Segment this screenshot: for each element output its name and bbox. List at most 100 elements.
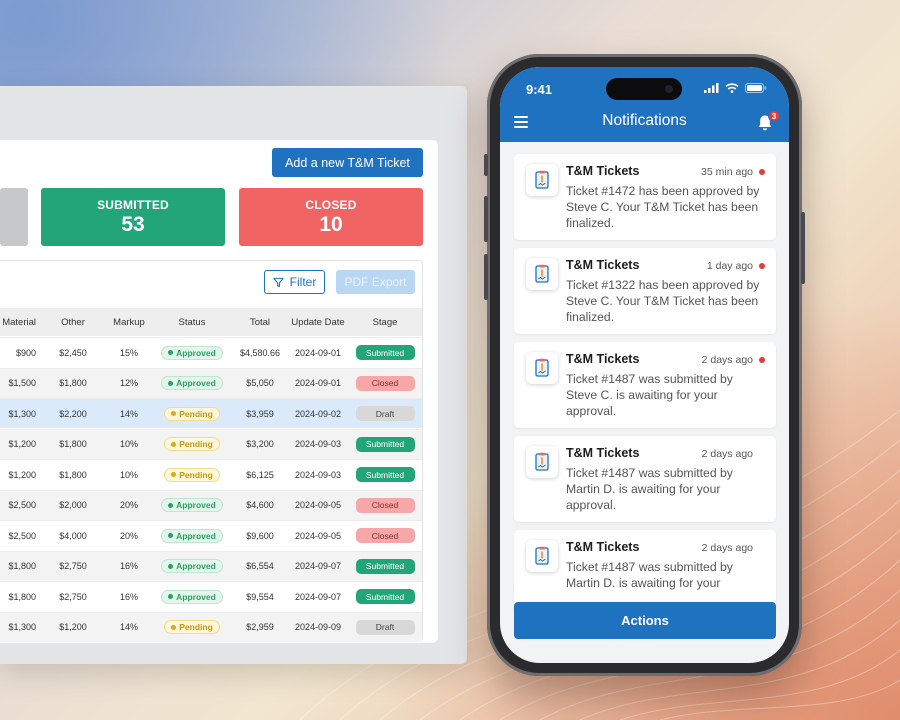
stage-badge: Draft <box>355 619 415 635</box>
cell-status: Approved <box>161 582 223 611</box>
notification-card[interactable]: T&M Tickets 1 day ago Ticket #1322 has bee… <box>514 248 776 334</box>
cell-status: Approved <box>161 369 223 398</box>
table-row[interactable]: $1,800 $2,750 16% Approved $6,554 2024-09-07 S… <box>0 550 422 581</box>
cell-other: $2,200 <box>59 408 87 419</box>
ticket-document-icon <box>526 258 558 290</box>
cell-total: $3,959 <box>246 408 274 419</box>
cell-total: $6,125 <box>246 469 274 480</box>
table-row[interactable]: $1,300 $1,200 14% Pending $2,959 2024-09-09 Dr… <box>0 611 422 642</box>
table-row[interactable]: $900 $2,450 15% Approved $4,580.66 2024-09-01… <box>0 337 422 367</box>
cell-markup: 20% <box>119 500 138 510</box>
table-row[interactable]: $1,200 $1,800 10% Pending $6,125 2024-09-03 Su… <box>0 459 422 489</box>
status-icons <box>704 83 767 93</box>
notification-title: T&M Tickets <box>566 446 640 460</box>
cell-total: $3,200 <box>246 439 274 449</box>
status-badge: Pending <box>164 467 220 482</box>
add-ticket-button[interactable]: Add a new T&M Ticket <box>272 148 423 177</box>
table-row[interactable]: $2,500 $4,000 20% Approved $9,600 2024-09-05 C… <box>0 520 422 550</box>
cell-markup: 10% <box>119 469 138 480</box>
cell-total: $9,600 <box>246 530 274 541</box>
notification-card[interactable]: T&M Tickets 2 days ago Ticket #1487 was su… <box>514 436 776 522</box>
stat-card-partial[interactable] <box>0 188 28 246</box>
cell-status: Pending <box>161 430 223 459</box>
table-row[interactable]: $1,200 $1,800 10% Pending $3,200 2024-09-03 Su… <box>0 428 422 459</box>
status-badge: Pending <box>164 620 220 634</box>
stat-value: 53 <box>121 213 145 236</box>
notification-title: T&M Tickets <box>566 352 640 366</box>
actions-button[interactable]: Actions <box>514 602 776 639</box>
status-dot-icon <box>168 380 174 386</box>
filter-label: Filter <box>289 275 317 289</box>
table-row[interactable]: $1,300 $2,200 14% Pending $3,959 2024-09-02 Dr… <box>0 398 422 428</box>
cell-other: $2,450 <box>59 347 87 358</box>
dynamic-island <box>606 78 682 100</box>
column-header[interactable]: Material <box>0 308 36 336</box>
wifi-icon <box>725 83 739 93</box>
cell-total: $4,580.66 <box>239 347 281 358</box>
status-label: Approved <box>176 561 216 571</box>
stage-badge: Submitted <box>355 345 415 360</box>
stat-label: CLOSED <box>305 198 357 212</box>
phone-frame: 9:41 Notifications 3 T&M Tickets 35 min … <box>484 54 805 676</box>
desktop-window: Add a new T&M Ticket SUBMITTED 53 CLOSED… <box>0 86 467 664</box>
notification-card[interactable]: T&M Tickets 2 days ago Ticket #1487 was su… <box>514 342 776 428</box>
cell-stage: Closed <box>350 369 420 398</box>
cell-markup: 16% <box>119 591 138 602</box>
cell-stage: Closed <box>350 491 420 520</box>
cell-stage: Submitted <box>350 460 420 489</box>
volume-button <box>484 196 488 242</box>
cell-stage: Submitted <box>350 582 420 611</box>
status-badge: Approved <box>161 528 223 543</box>
pdf-export-button[interactable]: PDF Export <box>336 270 415 294</box>
cell-status: Pending <box>161 460 223 489</box>
cell-markup: 12% <box>119 378 138 388</box>
cell-material: $2,500 <box>8 500 36 510</box>
unread-dot-icon <box>759 169 765 175</box>
table-row[interactable]: $2,500 $2,000 20% Approved $4,600 2024-09-05 C… <box>0 489 422 520</box>
notification-body: Ticket #1487 was submitted by Steve C. i… <box>566 372 733 418</box>
cell-total: $2,959 <box>246 622 274 632</box>
notification-card[interactable]: T&M Tickets 35 min ago Ticket #1472 has be… <box>514 154 776 240</box>
cell-material: $1,200 <box>8 469 36 480</box>
cell-date: 2024-09-03 <box>294 469 342 480</box>
table-row[interactable]: $1,800 $2,750 16% Approved $9,554 2024-09-07 S… <box>0 581 422 611</box>
cell-other: $1,800 <box>59 378 87 388</box>
status-badge: Approved <box>161 345 223 360</box>
cell-material: $1,300 <box>8 408 36 419</box>
status-dot-icon <box>168 502 174 508</box>
status-badge: Pending <box>164 406 220 421</box>
cell-stage: Closed <box>350 521 420 550</box>
status-badge: Approved <box>161 589 223 604</box>
filter-button[interactable]: Filter <box>264 270 325 294</box>
cell-date: 2024-09-03 <box>294 439 342 449</box>
cell-stage: Draft <box>350 613 420 642</box>
page-title: Notifications <box>602 112 687 129</box>
tickets-card: Add a new T&M Ticket SUBMITTED 53 CLOSED… <box>0 140 438 643</box>
notification-body: Ticket #1322 has been approved by Steve … <box>566 278 760 324</box>
table-row[interactable]: $1,500 $1,800 12% Approved $5,050 2024-09-01 C… <box>0 367 422 398</box>
column-header[interactable]: Update Date <box>288 308 348 336</box>
status-label: Approved <box>176 378 216 388</box>
notification-badge: 3 <box>768 110 780 122</box>
stat-value: 10 <box>319 213 343 236</box>
cell-date: 2024-09-05 <box>294 500 342 510</box>
column-header[interactable]: Markup <box>108 308 150 336</box>
column-header[interactable]: Other <box>53 308 93 336</box>
column-header[interactable]: Status <box>161 308 223 336</box>
stat-card-closed[interactable]: CLOSED 10 <box>239 188 423 246</box>
signal-icon <box>704 83 719 93</box>
cell-status: Approved <box>161 491 223 520</box>
cell-markup: 14% <box>119 408 138 419</box>
stat-card-submitted[interactable]: SUBMITTED 53 <box>41 188 225 246</box>
cell-total: $4,600 <box>246 500 274 510</box>
cell-stage: Submitted <box>350 338 420 367</box>
ticket-document-icon <box>526 164 558 196</box>
cell-date: 2024-09-07 <box>294 591 342 602</box>
cell-date: 2024-09-05 <box>294 530 342 541</box>
column-header[interactable]: Stage <box>350 308 420 336</box>
status-label: Approved <box>176 530 216 541</box>
notification-body: Ticket #1487 was submitted by Martin D. … <box>566 466 733 512</box>
cell-status: Approved <box>161 521 223 550</box>
column-header[interactable]: Total <box>232 308 288 336</box>
cell-total: $6,554 <box>246 561 274 571</box>
